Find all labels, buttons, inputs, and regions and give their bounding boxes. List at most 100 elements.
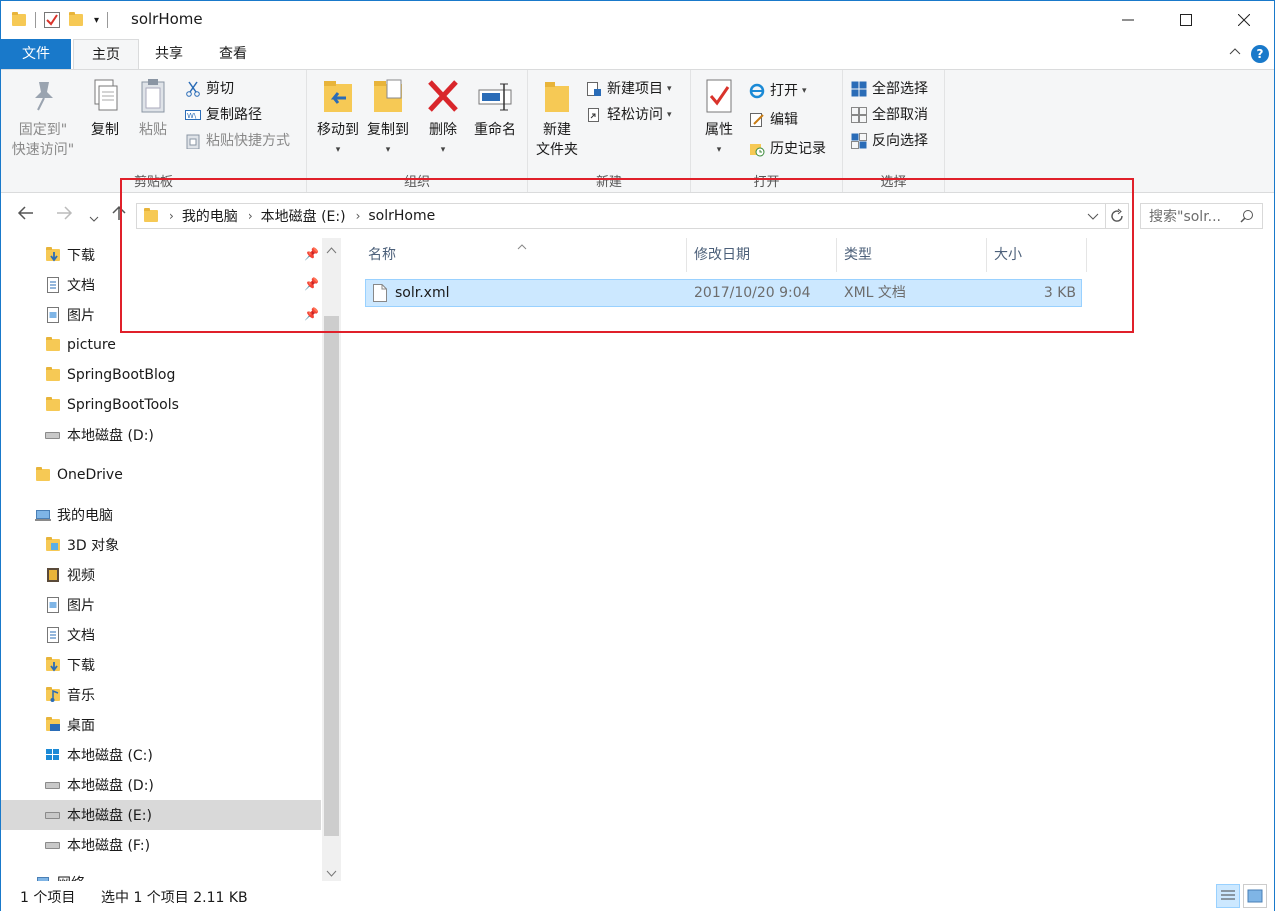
column-header-type[interactable]: 类型 [837, 238, 987, 272]
nav-label: 桌面 [67, 718, 95, 734]
breadcrumb-drive-e[interactable]: 本地磁盘 (E:) [261, 206, 346, 226]
new-item-button[interactable]: 新建项目 ▾ [586, 78, 672, 100]
nav-item-documents[interactable]: 文档 [1, 270, 321, 300]
nav-label: 3D 对象 [67, 538, 120, 554]
nav-item-music[interactable]: 音乐 [1, 680, 321, 710]
breadcrumb-separator-icon[interactable]: › [248, 209, 253, 223]
breadcrumb-separator-icon[interactable]: › [356, 209, 361, 223]
nav-item-pictures[interactable]: 图片 [1, 300, 321, 330]
scroll-down-arrow-icon[interactable] [326, 866, 337, 882]
nav-label: 本地磁盘 (C:) [67, 748, 153, 764]
music-icon [45, 687, 61, 703]
nav-item-videos[interactable]: 视频 [1, 560, 321, 590]
history-label: 历史记录 [770, 141, 826, 157]
dropdown-arrow-icon: ▾ [335, 145, 341, 155]
nav-pane-scrollbar[interactable] [322, 238, 341, 881]
nav-item-drive-e[interactable]: 本地磁盘 (E:) [1, 800, 321, 830]
edit-label: 编辑 [770, 112, 798, 128]
nav-item-drive-d-quick[interactable]: 本地磁盘 (D:) [1, 420, 321, 450]
rename-button[interactable]: 重命名 [469, 76, 521, 140]
tab-file[interactable]: 文件 [1, 39, 71, 69]
dropdown-arrow-icon: ▾ [716, 145, 722, 155]
forward-arrow-icon[interactable] [55, 205, 73, 225]
nav-item-springbootblog[interactable]: SpringBootBlog [1, 360, 321, 390]
nav-item-3d-objects[interactable]: 3D 对象 [1, 530, 321, 560]
copy-icon [87, 76, 123, 116]
explorer-window: ▾ solrHome 文件 主页 共享 查看 ? 固定到" 快速访问" 复制 粘… [0, 0, 1275, 911]
customize-qa-dropdown-icon[interactable]: ▾ [94, 15, 99, 26]
copy-to-button[interactable]: 复制到 ▾ [363, 76, 413, 160]
window-title: solrHome [131, 10, 203, 28]
3d-objects-icon [45, 537, 61, 553]
nav-item-documents-pc[interactable]: 文档 [1, 620, 321, 650]
divider [107, 12, 109, 28]
nav-item-downloads-pc[interactable]: 下载 [1, 650, 321, 680]
refresh-icon[interactable] [1109, 208, 1125, 228]
move-to-button[interactable]: 移动到 ▾ [313, 76, 363, 160]
help-icon[interactable]: ? [1251, 45, 1269, 63]
file-row-selected[interactable]: solr.xml 2017/10/20 9:04 XML 文档 3 KB [365, 279, 1082, 307]
paste-shortcut-button[interactable]: 粘贴快捷方式 [185, 130, 290, 152]
properties-button[interactable]: 属性 ▾ [697, 76, 741, 160]
nav-item-drive-f[interactable]: 本地磁盘 (F:) [1, 830, 321, 860]
tab-share[interactable]: 共享 [137, 39, 201, 69]
nav-item-desktop[interactable]: 桌面 [1, 710, 321, 740]
new-folder-qa-icon[interactable] [68, 12, 84, 28]
column-header-date-modified[interactable]: 修改日期 [687, 238, 837, 272]
properties-qa-icon[interactable] [44, 12, 60, 28]
pin-icon[interactable]: 📌 [304, 247, 319, 261]
breadcrumb-this-pc[interactable]: 我的电脑 [182, 206, 238, 226]
nav-item-picture[interactable]: picture [1, 330, 321, 360]
edit-button[interactable]: 编辑 [749, 109, 798, 131]
tab-home[interactable]: 主页 [73, 39, 139, 70]
cut-button[interactable]: 剪切 [185, 78, 234, 100]
delete-button[interactable]: 删除 ▾ [423, 76, 463, 160]
scroll-up-arrow-icon[interactable] [326, 242, 337, 258]
title-bar: ▾ solrHome [1, 1, 1274, 39]
pin-icon[interactable]: 📌 [304, 307, 319, 321]
paste-button[interactable]: 粘贴 [133, 76, 173, 140]
nav-item-this-pc[interactable]: 我的电脑 [1, 500, 321, 530]
details-view-icon[interactable] [1216, 884, 1240, 908]
address-dropdown-chevron-icon[interactable] [1087, 210, 1099, 226]
new-folder-button[interactable]: 新建 文件夹 [532, 76, 582, 160]
nav-item-springboottools[interactable]: SpringBootTools [1, 390, 321, 420]
history-button[interactable]: 历史记录 [749, 138, 826, 160]
address-bar[interactable]: › 我的电脑 › 本地磁盘 (E:) › solrHome [136, 203, 1129, 229]
column-header-size[interactable]: 大小 [987, 238, 1087, 272]
search-box[interactable]: 搜索"solr... [1140, 203, 1263, 229]
tab-view[interactable]: 查看 [201, 39, 265, 69]
pin-icon[interactable]: 📌 [304, 277, 319, 291]
nav-item-network[interactable]: 网络 [1, 868, 321, 881]
close-button[interactable] [1215, 1, 1273, 39]
column-header-name[interactable]: 名称 [361, 238, 687, 272]
select-none-label: 全部取消 [872, 107, 928, 123]
copy-button[interactable]: 复制 [85, 76, 125, 140]
up-arrow-icon[interactable] [111, 205, 127, 225]
pin-quick-access-button[interactable]: 固定到" 快速访问" [7, 76, 79, 160]
recent-locations-chevron-icon[interactable] [89, 208, 99, 227]
breadcrumb-separator-icon[interactable]: › [169, 209, 174, 223]
nav-item-onedrive[interactable]: OneDrive [1, 460, 321, 490]
large-icons-view-icon[interactable] [1243, 884, 1267, 908]
search-icon[interactable] [1240, 209, 1254, 227]
nav-item-downloads[interactable]: 下载 [1, 240, 321, 270]
easy-access-button[interactable]: 轻松访问 ▾ [586, 104, 672, 126]
onedrive-folder-icon [35, 467, 51, 483]
scrollbar-thumb[interactable] [324, 316, 339, 836]
minimize-button[interactable] [1099, 1, 1157, 39]
nav-item-drive-d[interactable]: 本地磁盘 (D:) [1, 770, 321, 800]
select-none-button[interactable]: 全部取消 [851, 104, 928, 126]
file-name: solr.xml [395, 285, 450, 301]
collapse-ribbon-icon[interactable] [1229, 45, 1241, 59]
back-arrow-icon[interactable] [17, 205, 35, 225]
open-button[interactable]: 打开 ▾ [749, 80, 807, 102]
invert-selection-button[interactable]: 反向选择 [851, 130, 928, 152]
breadcrumb-solrhome[interactable]: solrHome [368, 208, 435, 224]
copy-path-button[interactable]: W\ 复制路径 [185, 104, 262, 126]
nav-item-pictures-pc[interactable]: 图片 [1, 590, 321, 620]
invert-selection-label: 反向选择 [872, 133, 928, 149]
maximize-button[interactable] [1157, 1, 1215, 39]
nav-item-drive-c[interactable]: 本地磁盘 (C:) [1, 740, 321, 770]
select-all-button[interactable]: 全部选择 [851, 78, 928, 100]
